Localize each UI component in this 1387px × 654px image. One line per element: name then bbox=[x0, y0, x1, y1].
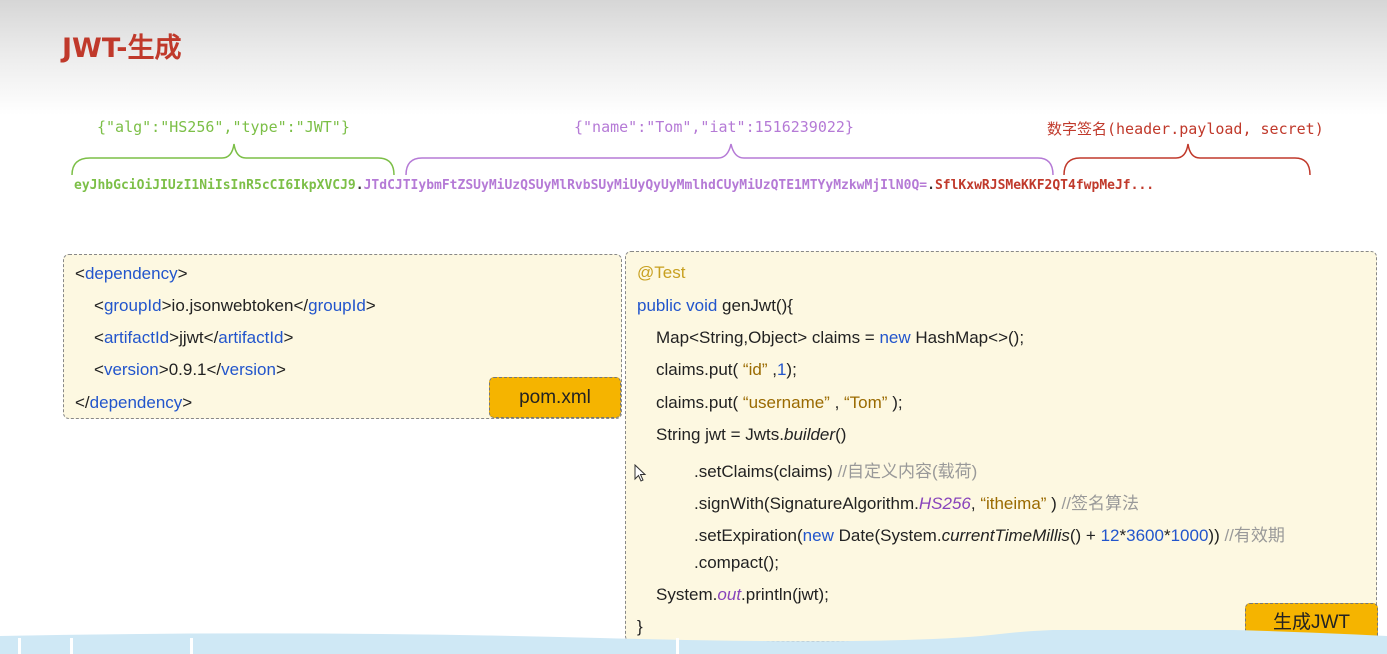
header-brace bbox=[71, 143, 395, 176]
pom-xml-badge: pom.xml bbox=[489, 377, 621, 418]
code-line: claims.put( “id” ,1); bbox=[656, 360, 797, 379]
signature-brace bbox=[1063, 143, 1311, 176]
pom-line: </dependency> bbox=[75, 393, 193, 412]
payload-brace bbox=[405, 143, 1054, 176]
mouse-cursor-icon bbox=[634, 464, 647, 482]
token-dot: . bbox=[927, 178, 935, 193]
code-line: claims.put( “username” , “Tom” ); bbox=[656, 393, 903, 412]
token-header: eyJhbGciOiJIUzI1NiIsInR5cCI6IkpXVCJ9 bbox=[74, 178, 356, 193]
code-line: .compact(); bbox=[694, 553, 780, 572]
code-line: .signWith(SignatureAlgorithm.HS256, “ith… bbox=[694, 494, 1139, 513]
pom-line: <groupId>io.jsonwebtoken</groupId> bbox=[94, 296, 376, 315]
code-line: .setExpiration(new Date(System.currentTi… bbox=[694, 526, 1285, 545]
pom-line: <version>0.9.1</version> bbox=[94, 360, 286, 379]
pom-line: <dependency> bbox=[75, 264, 188, 283]
token-payload: JTdCJTIybmFtZSUyMiUzQSUyMlRvbSUyMiUyQyUy… bbox=[363, 178, 928, 193]
code-line: @Test bbox=[637, 263, 686, 282]
token-dot: . bbox=[355, 178, 364, 193]
code-line: String jwt = Jwts.builder() bbox=[656, 425, 847, 444]
java-code-box: @Test public void genJwt(){ Map<String,O… bbox=[625, 251, 1377, 642]
jwt-token: eyJhbGciOiJIUzI1NiIsInR5cCI6IkpXVCJ9.JTd… bbox=[74, 178, 1154, 193]
code-line: System.out.println(jwt); bbox=[656, 585, 829, 604]
footer-decoration bbox=[0, 630, 1387, 654]
pom-line: <artifactId>jjwt</artifactId> bbox=[94, 328, 294, 347]
brace-overlay bbox=[71, 143, 1311, 176]
token-signature: SflKxwRJSMeKKF2QT4fwpMeJf... bbox=[934, 178, 1155, 193]
code-line: Map<String,Object> claims = new HashMap<… bbox=[656, 328, 1025, 347]
code-line: .setClaims(claims) //自定义内容(载荷) bbox=[694, 462, 978, 481]
code-line: public void genJwt(){ bbox=[637, 296, 793, 315]
